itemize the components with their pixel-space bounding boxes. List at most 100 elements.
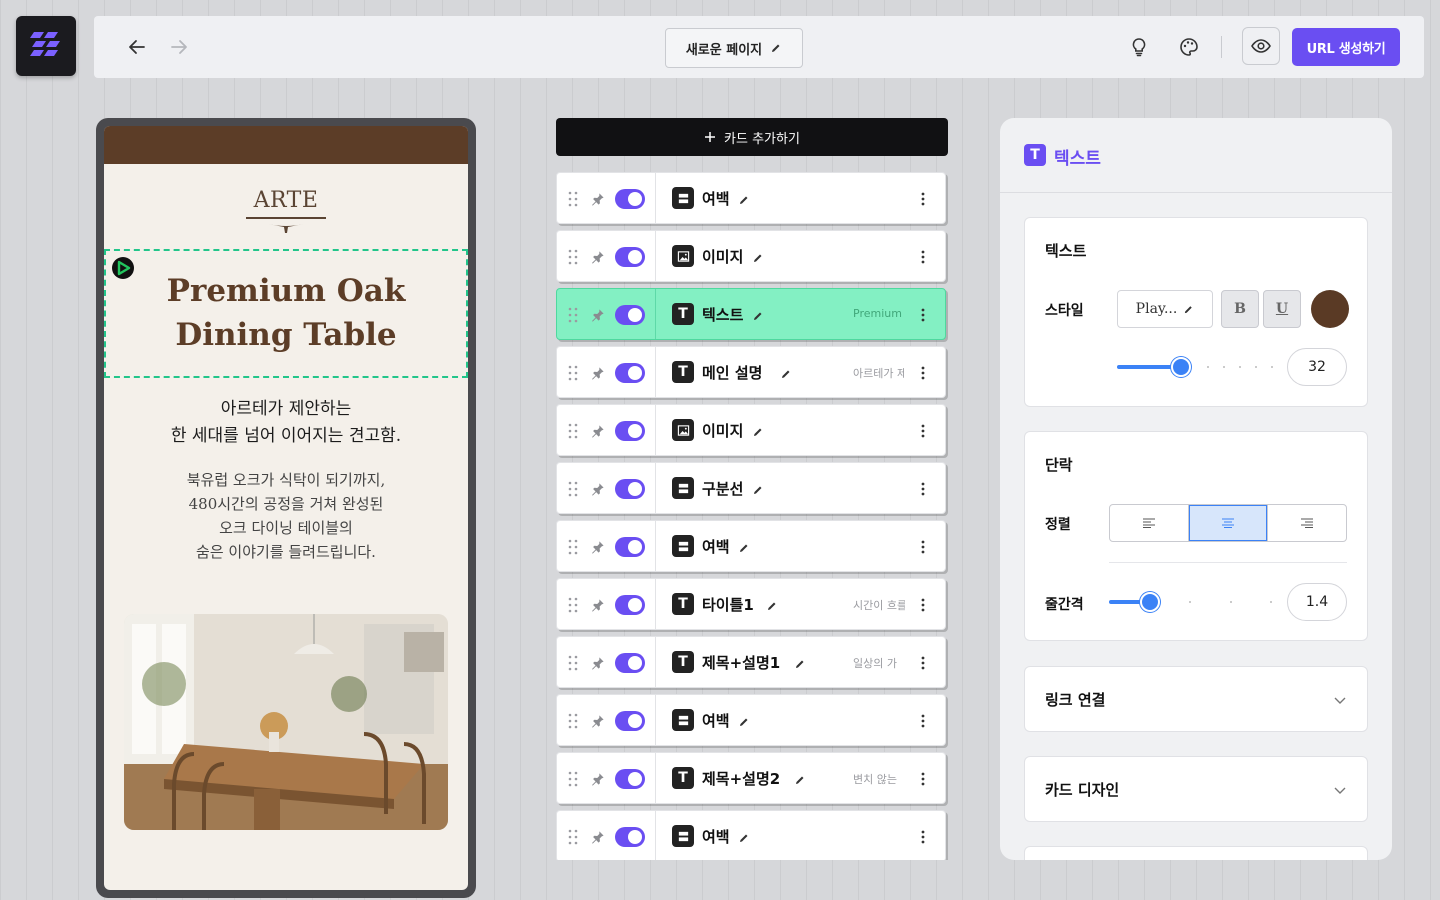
preview-button[interactable] — [1242, 27, 1280, 65]
visibility-toggle[interactable] — [615, 189, 645, 209]
plus-icon — [705, 132, 716, 142]
pencil-icon[interactable] — [738, 191, 752, 205]
card-row[interactable]: T 타이틀1 시간이 흐를 — [556, 578, 946, 630]
pin-icon[interactable] — [587, 479, 607, 499]
pencil-icon[interactable] — [766, 597, 780, 611]
card-row[interactable]: T 텍스트 Premium O — [556, 288, 946, 340]
drag-handle-icon[interactable] — [567, 480, 579, 498]
drag-handle-icon[interactable] — [567, 422, 579, 440]
card-name: 여백 — [702, 190, 730, 208]
pin-icon[interactable] — [587, 653, 607, 673]
pencil-icon[interactable] — [738, 539, 752, 553]
drag-handle-icon[interactable] — [567, 654, 579, 672]
card-row[interactable]: 여백 — [556, 810, 946, 860]
more-options-icon[interactable] — [915, 247, 931, 267]
card-row[interactable]: 여백 — [556, 172, 946, 224]
pencil-icon[interactable] — [794, 655, 808, 669]
generate-url-button[interactable]: URL 생성하기 — [1292, 28, 1400, 66]
drag-handle-icon[interactable] — [567, 538, 579, 556]
pencil-icon[interactable] — [752, 481, 766, 495]
next-section[interactable] — [1024, 846, 1368, 860]
add-card-button[interactable]: 카드 추가하기 — [556, 118, 948, 156]
align-center-button[interactable] — [1189, 505, 1268, 541]
visibility-toggle[interactable] — [615, 479, 645, 499]
card-row[interactable]: 이미지 — [556, 230, 946, 282]
more-options-icon[interactable] — [915, 305, 931, 325]
page-title-field[interactable]: 새로운 페이지 — [665, 28, 803, 68]
visibility-toggle[interactable] — [615, 595, 645, 615]
visibility-toggle[interactable] — [615, 769, 645, 789]
pin-icon[interactable] — [587, 305, 607, 325]
drag-handle-icon[interactable] — [567, 712, 579, 730]
card-row[interactable]: T 제목+설명1 일상의 가 — [556, 636, 946, 688]
more-options-icon[interactable] — [915, 827, 931, 847]
card-row[interactable]: 여백 — [556, 520, 946, 572]
pencil-icon[interactable] — [738, 829, 752, 843]
line-height-slider[interactable] — [1140, 592, 1160, 612]
more-options-icon[interactable] — [915, 595, 931, 615]
pin-icon[interactable] — [587, 421, 607, 441]
card-row[interactable]: 이미지 — [556, 404, 946, 456]
pin-icon[interactable] — [587, 363, 607, 383]
page-title: 새로운 페이지 — [685, 42, 763, 58]
card-row[interactable]: T 메인 설명 아르테가 제 — [556, 346, 946, 398]
drag-handle-icon[interactable] — [567, 364, 579, 382]
drag-handle-icon[interactable] — [567, 248, 579, 266]
theme-button[interactable] — [1177, 35, 1201, 59]
font-selector[interactable]: Play... — [1117, 290, 1213, 328]
pin-icon[interactable] — [587, 595, 607, 615]
drag-handle-icon[interactable] — [567, 828, 579, 846]
text-color-swatch[interactable] — [1311, 290, 1349, 328]
more-options-icon[interactable] — [915, 421, 931, 441]
more-options-icon[interactable] — [915, 769, 931, 789]
pencil-icon[interactable] — [752, 307, 766, 321]
drag-handle-icon[interactable] — [567, 306, 579, 324]
add-card-label: 카드 추가하기 — [724, 131, 800, 147]
bold-button[interactable]: B — [1221, 290, 1259, 328]
pencil-icon[interactable] — [794, 771, 808, 785]
pencil-icon[interactable] — [738, 713, 752, 727]
pin-icon[interactable] — [587, 827, 607, 847]
back-button[interactable] — [125, 35, 149, 59]
pin-icon[interactable] — [587, 189, 607, 209]
pin-icon[interactable] — [587, 247, 607, 267]
pencil-icon[interactable] — [752, 249, 766, 263]
visibility-toggle[interactable] — [615, 653, 645, 673]
drag-handle-icon[interactable] — [567, 190, 579, 208]
pencil-icon[interactable] — [752, 423, 766, 437]
more-options-icon[interactable] — [915, 653, 931, 673]
drag-handle-icon[interactable] — [567, 596, 579, 614]
underline-button[interactable]: U — [1263, 290, 1301, 328]
chevron-down-icon — [1334, 787, 1346, 794]
card-row[interactable]: T 제목+설명2 변치 않는 — [556, 752, 946, 804]
font-size-input[interactable]: 32 — [1287, 348, 1347, 386]
visibility-toggle[interactable] — [615, 363, 645, 383]
pin-icon[interactable] — [587, 769, 607, 789]
line-height-input[interactable]: 1.4 — [1287, 583, 1347, 621]
more-options-icon[interactable] — [915, 711, 931, 731]
visibility-toggle[interactable] — [615, 827, 645, 847]
pin-icon[interactable] — [587, 537, 607, 557]
more-options-icon[interactable] — [915, 189, 931, 209]
card-row[interactable]: 여백 — [556, 694, 946, 746]
visibility-toggle[interactable] — [615, 247, 645, 267]
visibility-toggle[interactable] — [615, 421, 645, 441]
idea-button[interactable] — [1127, 35, 1151, 59]
link-section[interactable]: 링크 연결 — [1024, 666, 1368, 732]
font-size-slider[interactable] — [1171, 357, 1191, 377]
visibility-toggle[interactable] — [615, 537, 645, 557]
app-logo[interactable] — [16, 16, 76, 76]
visibility-toggle[interactable] — [615, 711, 645, 731]
more-options-icon[interactable] — [915, 537, 931, 557]
pencil-icon[interactable] — [780, 365, 794, 379]
more-options-icon[interactable] — [915, 479, 931, 499]
card-row[interactable]: 구분선 — [556, 462, 946, 514]
visibility-toggle[interactable] — [615, 305, 645, 325]
align-left-button[interactable] — [1110, 505, 1189, 541]
pin-icon[interactable] — [587, 711, 607, 731]
forward-button[interactable] — [167, 35, 191, 59]
card-design-section[interactable]: 카드 디자인 — [1024, 756, 1368, 822]
align-right-button[interactable] — [1268, 505, 1346, 541]
drag-handle-icon[interactable] — [567, 770, 579, 788]
more-options-icon[interactable] — [915, 363, 931, 383]
